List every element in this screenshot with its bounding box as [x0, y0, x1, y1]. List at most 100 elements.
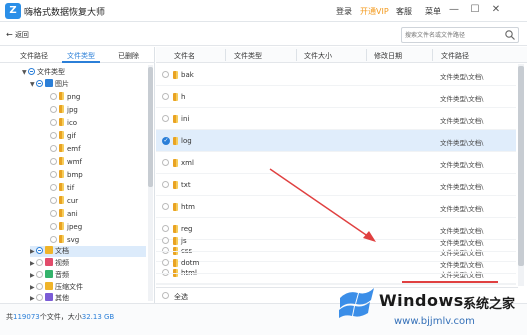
- column-separator[interactable]: [366, 49, 367, 61]
- folder-icon: [59, 235, 64, 243]
- row-checkbox[interactable]: [162, 93, 169, 100]
- tree-item-jpeg[interactable]: jpeg: [50, 222, 82, 233]
- annotation-underline: [402, 281, 498, 283]
- table-row[interactable]: ini 文件类型\文档\: [156, 108, 516, 130]
- scroll-thumb[interactable]: [148, 67, 153, 187]
- table-row-selected[interactable]: ✓ log 文件类型\文档\: [156, 130, 516, 152]
- file-path: 文件类型\文档\: [440, 205, 484, 213]
- table-row[interactable]: dotm 文件类型\文档\: [156, 252, 516, 274]
- tree-item-jpg[interactable]: jpg: [50, 105, 78, 116]
- maximize-button[interactable]: ☐: [468, 3, 482, 17]
- tree-checkbox[interactable]: [50, 119, 57, 126]
- tree-checkbox[interactable]: [50, 93, 57, 100]
- file-name: xml: [181, 159, 194, 167]
- tree-checkbox[interactable]: [36, 80, 43, 87]
- app-title: 嗨格式数据恢复大师: [24, 8, 106, 18]
- search-input[interactable]: [402, 28, 502, 42]
- watermark-brand: Windows: [379, 291, 464, 310]
- tab-deleted[interactable]: 已删除: [118, 51, 139, 61]
- column-separator[interactable]: [225, 49, 226, 61]
- tree-checkbox[interactable]: [50, 184, 57, 191]
- tree-checkbox[interactable]: [50, 106, 57, 113]
- tree-item-audio[interactable]: ▶ 音频: [30, 270, 69, 281]
- tree-item-cur[interactable]: cur: [50, 196, 78, 207]
- table-row[interactable]: h 文件类型\文档\: [156, 86, 516, 108]
- tree-item-archives[interactable]: ▶ 压缩文件: [30, 282, 83, 293]
- tree-item-ico[interactable]: ico: [50, 118, 77, 129]
- menu-link[interactable]: 菜单: [425, 6, 441, 17]
- tree-checkbox[interactable]: [50, 210, 57, 217]
- windows-logo-icon: [339, 288, 374, 318]
- caret-down-icon[interactable]: ▼: [30, 79, 36, 90]
- tree-item-wmf[interactable]: wmf: [50, 157, 82, 168]
- tree-checkbox[interactable]: [50, 132, 57, 139]
- tree-checkbox[interactable]: [36, 271, 43, 278]
- row-checkbox[interactable]: [162, 259, 169, 266]
- tree-item-documents[interactable]: ▶ 文档: [30, 246, 146, 257]
- select-all-checkbox[interactable]: [162, 292, 169, 299]
- tree-checkbox[interactable]: [50, 158, 57, 165]
- minimize-button[interactable]: —: [447, 3, 461, 17]
- column-header-modified[interactable]: 修改日期: [374, 51, 402, 61]
- tree-item-videos[interactable]: ▶ 视频: [30, 258, 69, 269]
- tree-checkbox[interactable]: [50, 197, 57, 204]
- folder-icon: [59, 183, 64, 191]
- caret-down-icon[interactable]: ▼: [22, 67, 28, 78]
- tree-item-other[interactable]: ▶ 其他: [30, 293, 69, 302]
- caret-right-icon[interactable]: ▶: [30, 258, 36, 269]
- search-icon[interactable]: [504, 29, 516, 41]
- login-link[interactable]: 登录: [336, 6, 352, 17]
- tree-checkbox[interactable]: [28, 68, 35, 75]
- tree-item-ani[interactable]: ani: [50, 209, 78, 220]
- close-button[interactable]: ✕: [489, 3, 503, 17]
- column-header-name[interactable]: 文件名: [174, 51, 195, 61]
- table-row[interactable]: [156, 284, 516, 285]
- column-header-size[interactable]: 文件大小: [304, 51, 332, 61]
- row-checkbox[interactable]: [162, 71, 169, 78]
- tree-item-pictures[interactable]: ▼ 图片: [30, 79, 69, 90]
- tab-file-type[interactable]: 文件类型: [67, 51, 95, 61]
- tree-item-tif[interactable]: tif: [50, 183, 74, 194]
- scroll-thumb[interactable]: [518, 66, 524, 266]
- vip-link[interactable]: 开通VIP: [360, 6, 389, 17]
- tree-item-png[interactable]: png: [50, 92, 80, 103]
- tree-item-emf[interactable]: emf: [50, 144, 81, 155]
- row-checkbox[interactable]: [162, 181, 169, 188]
- column-header-type[interactable]: 文件类型: [234, 51, 262, 61]
- tree-item-bmp[interactable]: bmp: [50, 170, 83, 181]
- caret-right-icon[interactable]: ▶: [30, 282, 36, 293]
- tree-checkbox[interactable]: [36, 247, 43, 254]
- table-scrollbar[interactable]: [518, 64, 524, 286]
- tree-label: 文档: [55, 247, 69, 255]
- tree-checkbox[interactable]: [36, 283, 43, 290]
- tree-checkbox[interactable]: [50, 236, 57, 243]
- column-separator[interactable]: [296, 49, 297, 61]
- row-checkbox[interactable]: [162, 159, 169, 166]
- tree-checkbox[interactable]: [50, 223, 57, 230]
- tab-file-path[interactable]: 文件路径: [20, 51, 48, 61]
- tree-label: ico: [67, 119, 78, 127]
- tree-checkbox[interactable]: [36, 259, 43, 266]
- tree-item-svg[interactable]: svg: [50, 235, 79, 246]
- checkmark-icon[interactable]: ✓: [162, 137, 170, 145]
- row-checkbox[interactable]: [162, 203, 169, 210]
- tree-item-gif[interactable]: gif: [50, 131, 76, 142]
- column-header-path[interactable]: 文件路径: [441, 51, 469, 61]
- tree-root[interactable]: ▼ 文件类型: [22, 67, 65, 78]
- file-name: dotm: [181, 259, 200, 267]
- service-link[interactable]: 客服: [396, 6, 412, 17]
- tree-checkbox[interactable]: [36, 294, 43, 301]
- select-all-label[interactable]: 全选: [174, 292, 188, 302]
- caret-right-icon[interactable]: ▶: [30, 270, 36, 281]
- row-checkbox[interactable]: [162, 115, 169, 122]
- row-checkbox[interactable]: [162, 237, 169, 244]
- app-logo-icon: Z: [5, 3, 21, 19]
- column-separator[interactable]: [432, 49, 433, 61]
- table-row[interactable]: bak 文件类型\文档\: [156, 64, 516, 86]
- caret-right-icon[interactable]: ▶: [30, 246, 36, 257]
- tree-checkbox[interactable]: [50, 171, 57, 178]
- folder-icon: [59, 131, 64, 139]
- sidebar-scrollbar[interactable]: [148, 65, 153, 301]
- back-button[interactable]: ← 返回: [6, 30, 29, 40]
- tree-checkbox[interactable]: [50, 145, 57, 152]
